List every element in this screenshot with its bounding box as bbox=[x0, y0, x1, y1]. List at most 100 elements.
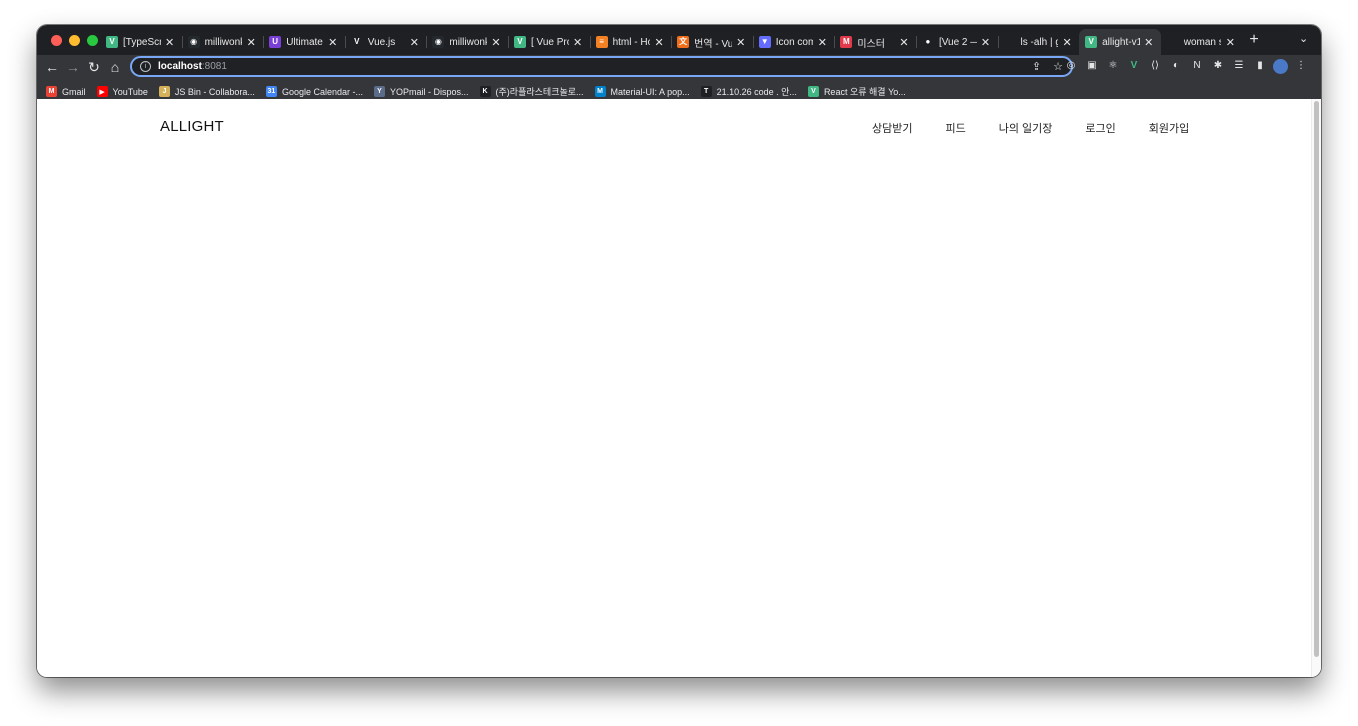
maximize-window-button[interactable] bbox=[87, 35, 98, 46]
jsbin-icon: J bbox=[158, 86, 170, 97]
github-icon: ◉ bbox=[187, 36, 200, 48]
tab-title: Vue.js bbox=[367, 36, 396, 48]
browser-tab[interactable]: ▼ Icon comp✕ bbox=[752, 29, 835, 55]
profile-avatar-icon[interactable] bbox=[1273, 58, 1288, 74]
tab-search-button[interactable]: ⌄ bbox=[1299, 32, 1308, 45]
bookmark-label: JS Bin - Collabora... bbox=[174, 86, 255, 97]
tab-title: [TypeScript bbox=[123, 36, 161, 48]
tab-title: allight-v1 bbox=[1102, 36, 1140, 48]
nav-item-consult[interactable]: 상담받기 bbox=[872, 120, 912, 136]
bookmark-item[interactable]: J JS Bin - Collabora... bbox=[158, 86, 255, 97]
side-panel-icon[interactable]: ▮ bbox=[1252, 58, 1268, 74]
video-icon: ● bbox=[921, 36, 934, 48]
bookmark-item[interactable]: 31 Google Calendar -... bbox=[265, 86, 363, 97]
tab-title: Icon comp bbox=[775, 36, 814, 48]
nav-item-feed[interactable]: 피드 bbox=[945, 120, 965, 136]
close-window-button[interactable] bbox=[51, 35, 62, 46]
page-viewport: ALLIGHT 상담받기 피드 나의 일기장 로그인 회원가입 bbox=[37, 99, 1321, 677]
extension-record-icon[interactable]: ◎ bbox=[1063, 58, 1079, 74]
browser-tab[interactable]: woman st✕ bbox=[1161, 29, 1243, 55]
browser-tab[interactable]: V [TypeScript✕ bbox=[100, 29, 182, 55]
tab-list: V[TypeScript✕◉milliwonkim✕UUltimate A✕VV… bbox=[100, 29, 1242, 55]
calendar-icon: 31 bbox=[265, 86, 277, 97]
bookmark-label: YOPmail - Dispos... bbox=[389, 86, 469, 97]
react-devtools-icon[interactable]: ⚛ bbox=[1105, 58, 1121, 74]
stackoverflow-icon: ≡ bbox=[595, 36, 608, 48]
browser-tab[interactable]: Vallight-v1 ✕ bbox=[1079, 29, 1161, 55]
extensions-puzzle-icon[interactable]: ✱ bbox=[1210, 58, 1226, 74]
close-icon[interactable]: ✕ bbox=[1224, 36, 1236, 49]
youtube-icon: ▶ bbox=[96, 86, 108, 97]
browser-tab[interactable]: ≡ html - How✕ bbox=[589, 29, 672, 55]
address-bar[interactable]: i localhost:8081 ⇪ ☆ bbox=[130, 56, 1073, 77]
browser-tab[interactable]: M 미스터 ✕ bbox=[834, 29, 916, 55]
browser-menu-icon[interactable]: ⋮ bbox=[1293, 58, 1309, 74]
close-icon[interactable]: ✕ bbox=[980, 36, 992, 49]
close-icon[interactable]: ✕ bbox=[898, 36, 910, 49]
yopmail-icon: Y bbox=[373, 86, 385, 97]
bookmark-label: React 오류 해결 Yo... bbox=[823, 87, 906, 97]
minimize-window-button[interactable] bbox=[69, 35, 80, 46]
address-host: localhost bbox=[158, 61, 202, 72]
nav-item-login[interactable]: 로그인 bbox=[1085, 120, 1115, 136]
site-logo[interactable]: ALLIGHT bbox=[160, 118, 224, 135]
browser-tab[interactable]: V [ Vue Proj✕ bbox=[507, 29, 590, 55]
home-icon[interactable]: ⌂ bbox=[106, 58, 124, 76]
bookmark-icon: K bbox=[479, 86, 491, 97]
close-icon[interactable]: ✕ bbox=[408, 36, 420, 49]
bookmark-item[interactable]: M Gmail bbox=[46, 86, 86, 97]
mui-icon: M bbox=[594, 86, 606, 97]
bookmark-item[interactable]: V React 오류 해결 Yo... bbox=[807, 85, 906, 98]
new-tab-button[interactable]: + bbox=[1245, 31, 1263, 49]
extensions-area: ◎ ▣ ⚛ V ⟨⟩ ◐ N ✱ ☰ ▮ ⋮ bbox=[1063, 58, 1309, 74]
extension-code-icon[interactable]: ⟨⟩ bbox=[1147, 58, 1163, 74]
close-icon[interactable]: ✕ bbox=[327, 36, 339, 49]
bookmark-item[interactable]: ▶ YouTube bbox=[96, 86, 148, 97]
browser-tab[interactable]: 文 번역 - Vue✕ bbox=[671, 29, 753, 55]
translate-icon: 文 bbox=[677, 36, 690, 48]
close-icon[interactable]: ✕ bbox=[816, 36, 828, 49]
page-scrollbar[interactable] bbox=[1311, 99, 1321, 677]
bookmark-item[interactable]: Y YOPmail - Dispos... bbox=[373, 86, 469, 97]
close-icon[interactable]: ✕ bbox=[1061, 36, 1073, 49]
browser-tab[interactable]: ◉ milliwonkim✕ bbox=[426, 29, 508, 55]
reload-icon[interactable]: ↻ bbox=[85, 58, 103, 76]
nav-item-my-diary[interactable]: 나의 일기장 bbox=[999, 120, 1053, 136]
close-icon[interactable]: ✕ bbox=[245, 36, 257, 49]
browser-tab[interactable]: U Ultimate A✕ bbox=[263, 29, 345, 55]
browser-tab[interactable]: ◉ milliwonkim✕ bbox=[181, 29, 264, 55]
bookmark-item[interactable]: K (주)라플라스테크놀로... bbox=[479, 85, 584, 98]
bookmark-label: Google Calendar -... bbox=[281, 86, 363, 97]
notion-icon[interactable]: N bbox=[1189, 58, 1205, 74]
tab-title: woman st bbox=[1183, 36, 1222, 48]
reading-list-icon[interactable]: ☰ bbox=[1231, 58, 1247, 74]
site-info-icon[interactable]: i bbox=[140, 61, 151, 72]
close-icon[interactable]: ✕ bbox=[653, 36, 665, 49]
close-icon[interactable]: ✕ bbox=[1143, 36, 1155, 49]
github-icon: ◉ bbox=[432, 36, 445, 48]
tab-title: Ultimate A bbox=[286, 36, 324, 48]
browser-tab[interactable]: ● [Vue 2 — ✕ bbox=[915, 29, 998, 55]
ultimate-icon: U bbox=[269, 36, 282, 48]
back-icon[interactable]: ← bbox=[43, 58, 61, 76]
close-icon[interactable]: ✕ bbox=[164, 36, 176, 49]
extension-circle-icon[interactable]: ◐ bbox=[1168, 58, 1184, 74]
nav-item-signup[interactable]: 회원가입 bbox=[1149, 120, 1189, 136]
close-icon[interactable]: ✕ bbox=[490, 36, 502, 49]
tab-title: 번역 - Vue bbox=[694, 38, 732, 50]
share-icon[interactable]: ⇪ bbox=[1032, 60, 1041, 73]
main-nav: 상담받기 피드 나의 일기장 로그인 회원가입 bbox=[872, 120, 1189, 136]
misty-icon: M bbox=[840, 36, 853, 48]
close-icon[interactable]: ✕ bbox=[572, 36, 584, 49]
browser-tab[interactable]: V Vue.js ✕ bbox=[344, 29, 427, 55]
extension-window-icon[interactable]: ▣ bbox=[1084, 58, 1100, 74]
bookmark-item[interactable]: M Material-UI: A pop... bbox=[594, 86, 690, 97]
bookmark-item[interactable]: T 21.10.26 code . 안... bbox=[700, 85, 797, 98]
forward-icon[interactable]: → bbox=[64, 58, 82, 76]
bookmark-star-icon[interactable]: ☆ bbox=[1053, 60, 1063, 73]
scrollbar-thumb[interactable] bbox=[1314, 101, 1319, 657]
browser-tab[interactable]: ls -alh | gr✕ bbox=[997, 29, 1080, 55]
close-icon[interactable]: ✕ bbox=[735, 36, 747, 49]
window-controls bbox=[51, 35, 98, 46]
vue-devtools-icon[interactable]: V bbox=[1126, 58, 1142, 74]
